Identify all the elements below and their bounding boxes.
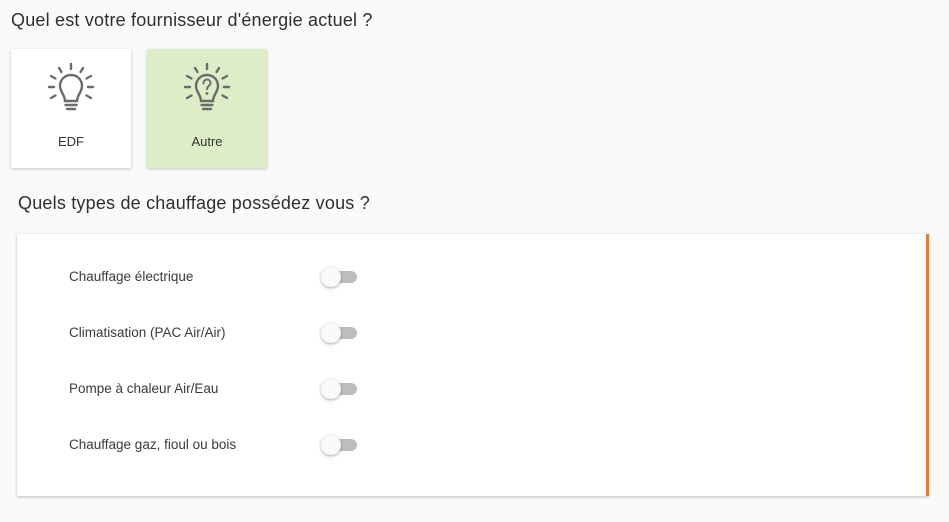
heating-option-label: Chauffage gaz, fioul ou bois <box>69 437 237 452</box>
provider-card-label: EDF <box>58 134 84 149</box>
heating-toggle-gaz-fioul-bois[interactable] <box>321 435 357 455</box>
provider-question-title: Quel est votre fournisseur d'énergie act… <box>11 10 373 30</box>
heating-options-panel: Chauffage électrique Climatisation (PAC … <box>17 234 929 496</box>
toggle-thumb <box>321 379 341 399</box>
heating-option-electrique: Chauffage électrique <box>69 265 357 289</box>
heating-question-title: Quels types de chauffage possédez vous ? <box>18 193 370 213</box>
toggle-thumb <box>321 267 341 287</box>
heating-toggle-climatisation[interactable] <box>321 323 357 343</box>
heating-option-climatisation: Climatisation (PAC Air/Air) <box>69 321 357 345</box>
heating-option-pompe-a-chaleur: Pompe à chaleur Air/Eau <box>69 377 357 401</box>
lightbulb-question-icon <box>183 62 231 111</box>
heating-option-label: Chauffage électrique <box>69 269 194 284</box>
provider-card-label: Autre <box>191 134 223 149</box>
heating-toggle-pompe-a-chaleur[interactable] <box>321 379 357 399</box>
heating-option-label: Climatisation (PAC Air/Air) <box>69 325 226 340</box>
toggle-thumb <box>321 435 341 455</box>
provider-card-autre[interactable]: Autre <box>147 49 267 168</box>
provider-card-edf[interactable]: EDF <box>11 49 131 168</box>
lightbulb-icon <box>47 62 95 111</box>
heating-option-label: Pompe à chaleur Air/Eau <box>69 381 219 396</box>
heating-toggle-electrique[interactable] <box>321 267 357 287</box>
toggle-thumb <box>321 323 341 343</box>
heating-option-gaz-fioul-bois: Chauffage gaz, fioul ou bois <box>69 433 357 457</box>
